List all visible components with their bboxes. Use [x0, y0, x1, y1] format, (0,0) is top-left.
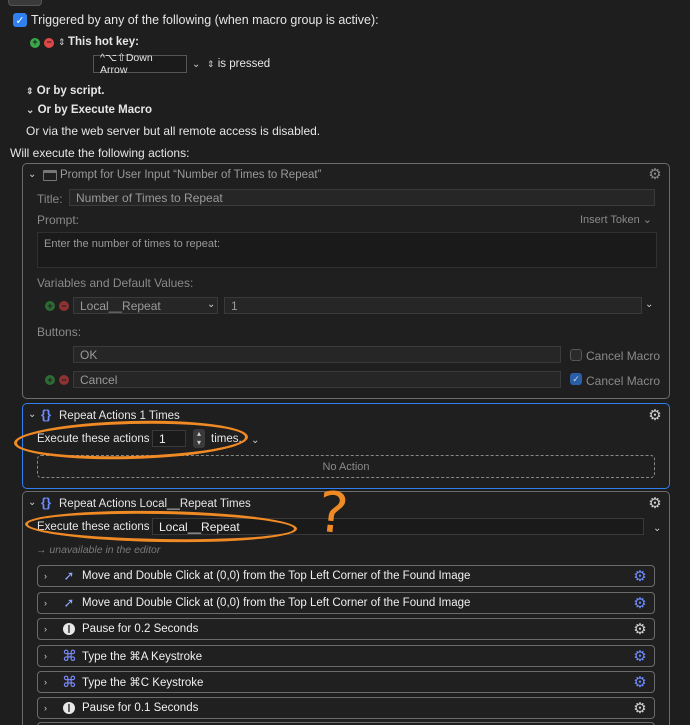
pause-icon: ❙	[62, 623, 76, 635]
variable-dropdown-icon[interactable]: ⌄	[207, 299, 215, 310]
state-stepper-icon: ⇕	[207, 59, 215, 69]
sub-action-label: Type the ⌘C Keystroke	[82, 677, 204, 689]
unavailable-note: → unavailable in the editor	[36, 544, 161, 556]
prompt-action-panel[interactable]: ⌄ Prompt for User Input “Number of Times…	[22, 163, 670, 399]
hotkey-value: ^⌥⇧Down Arrow	[100, 52, 153, 76]
collapse-chevron-icon[interactable]: ⌄	[28, 169, 36, 180]
trigger-enabled-checkbox[interactable]: ✓	[13, 13, 27, 27]
by-execute-macro-option[interactable]: ⌄ Or by Execute Macro	[26, 104, 152, 116]
chevron-down-icon: ⌄	[26, 105, 35, 116]
cursor-icon: ➚	[63, 568, 75, 583]
repeat-braces-icon: {}	[41, 407, 52, 422]
cancel-cancel-macro-checkbox[interactable]: ✓	[570, 373, 582, 385]
hotkey-dropdown-icon[interactable]: ⌄	[192, 59, 200, 70]
insert-token-label: Insert Token	[580, 214, 640, 226]
ok-cancel-macro-checkbox[interactable]	[570, 349, 582, 361]
sub-action-label: Pause for 0.2 Seconds	[82, 623, 199, 635]
sub-action-row[interactable]: › ➚ Move and Double Click at (0,0) from …	[37, 565, 655, 587]
add-icon[interactable]: +	[45, 301, 55, 311]
button-cancel-field[interactable]: Cancel	[73, 371, 561, 388]
buttons-label: Buttons:	[37, 325, 82, 339]
expand-chevron-icon[interactable]: ›	[44, 598, 56, 608]
prompt-text-area[interactable]: Enter the number of times to repeat:	[37, 232, 657, 268]
prompt-window-icon	[43, 170, 57, 181]
by-script-stepper-icon: ⇕	[26, 86, 34, 96]
gear-icon[interactable]: ⚙	[647, 166, 663, 182]
default-dropdown-icon[interactable]: ⌄	[645, 299, 653, 310]
remove-icon[interactable]: −	[59, 375, 69, 385]
variable-default-field[interactable]: 1	[224, 297, 642, 314]
prompt-value: Enter the number of times to repeat:	[44, 238, 221, 250]
add-icon[interactable]: +	[45, 375, 55, 385]
collapse-chevron-icon[interactable]: ⌄	[28, 497, 36, 508]
gear-icon[interactable]: ⚙	[647, 495, 663, 511]
title-label: Title:	[37, 192, 63, 206]
sub-action-row[interactable]: › ➚ Move and Double Click at (0,0) from …	[37, 592, 655, 614]
cursor-icon: ➚	[63, 595, 75, 610]
button-ok-field[interactable]: OK	[73, 346, 561, 363]
cancel-cancel-macro-label: Cancel Macro	[586, 374, 661, 388]
sub-action-label: Move and Double Click at (0,0) from the …	[82, 570, 471, 582]
title-value: Number of Times to Repeat	[76, 190, 223, 205]
by-script-label: Or by script.	[36, 85, 105, 97]
gear-icon[interactable]: ⚙	[632, 595, 648, 611]
sub-action-row[interactable]: › ⌘ Type the ⌘A Keystroke ⚙	[37, 645, 655, 667]
button-ok-label: OK	[80, 347, 98, 362]
gear-icon[interactable]: ⚙	[632, 648, 648, 664]
hotkey-label: This hot key:	[68, 36, 139, 48]
macro-icon	[8, 0, 42, 6]
sub-action-label: Pause for 0.1 Seconds	[82, 702, 199, 714]
button-cancel-label: Cancel	[80, 372, 118, 387]
trigger-header: Triggered by any of the following (when …	[31, 13, 379, 27]
sub-action-row[interactable]: › ⌘ Type the ⌘C Keystroke ⚙	[37, 671, 655, 693]
collapse-chevron-icon[interactable]: ⌄	[28, 409, 36, 420]
hotkey-field[interactable]: ^⌥⇧Down Arrow	[93, 52, 187, 76]
times-dropdown-icon[interactable]: ⌄	[251, 435, 259, 446]
command-icon: ⌘	[62, 648, 77, 665]
by-script-option[interactable]: ⇕ Or by script.	[26, 85, 105, 97]
prompt-action-title: Prompt for User Input “Number of Times t…	[60, 169, 322, 181]
pause-icon: ❙	[62, 702, 76, 714]
repeat-local-title: Repeat Actions Local__Repeat Times	[59, 498, 251, 510]
hotkey-state-select[interactable]: ⇕ is pressed	[207, 58, 270, 70]
variable-name-value: Local__Repeat	[80, 298, 161, 313]
title-field[interactable]: Number of Times to Repeat	[69, 189, 655, 206]
expand-chevron-icon[interactable]: ›	[44, 677, 56, 687]
no-action-label: No Action	[322, 460, 370, 473]
hotkey-state-label: is pressed	[217, 58, 271, 70]
button-add-remove: + −	[45, 375, 69, 385]
sub-action-label: Move and Double Click at (0,0) from the …	[82, 597, 471, 609]
gear-icon[interactable]: ⚙	[632, 621, 648, 637]
remove-icon[interactable]: −	[44, 37, 54, 48]
gear-icon[interactable]: ⚙	[647, 407, 663, 423]
expand-chevron-icon[interactable]: ›	[44, 651, 56, 661]
gear-icon[interactable]: ⚙	[632, 700, 648, 716]
sub-action-row[interactable]: › ❙ Pause for 0.1 Seconds ⚙	[37, 697, 655, 719]
expand-chevron-icon[interactable]: ›	[44, 624, 56, 634]
by-execute-macro-label: Or by Execute Macro	[37, 104, 152, 116]
ok-cancel-macro-label: Cancel Macro	[586, 349, 661, 363]
variable-default-value: 1	[231, 298, 238, 313]
add-icon[interactable]: +	[30, 37, 40, 48]
prompt-label: Prompt:	[37, 213, 80, 227]
variable-add-remove: + −	[45, 301, 69, 311]
trigger-type-stepper-icon[interactable]: ⇕	[58, 37, 66, 48]
expand-chevron-icon[interactable]: ›	[44, 571, 56, 581]
web-server-note: Or via the web server but all remote acc…	[26, 124, 321, 138]
actions-header: Will execute the following actions:	[10, 146, 190, 160]
expand-chevron-icon[interactable]: ›	[44, 703, 56, 713]
count-dropdown-icon[interactable]: ⌄	[653, 523, 661, 534]
gear-icon[interactable]: ⚙	[632, 674, 648, 690]
insert-token-menu[interactable]: Insert Token ⌄	[580, 213, 652, 226]
repeat-braces-icon: {}	[41, 495, 52, 510]
annotation-question-mark: ?	[314, 479, 352, 548]
variables-label: Variables and Default Values:	[37, 276, 194, 290]
remove-icon[interactable]: −	[59, 301, 69, 311]
variable-name-field[interactable]: Local__Repeat	[73, 297, 218, 314]
gear-icon[interactable]: ⚙	[632, 568, 648, 584]
hotkey-add-remove: + − ⇕	[30, 37, 66, 48]
sub-action-label: Type the ⌘A Keystroke	[82, 651, 203, 663]
sub-action-row[interactable]: › ❙ Pause for 0.2 Seconds ⚙	[37, 618, 655, 640]
command-icon: ⌘	[62, 674, 77, 691]
